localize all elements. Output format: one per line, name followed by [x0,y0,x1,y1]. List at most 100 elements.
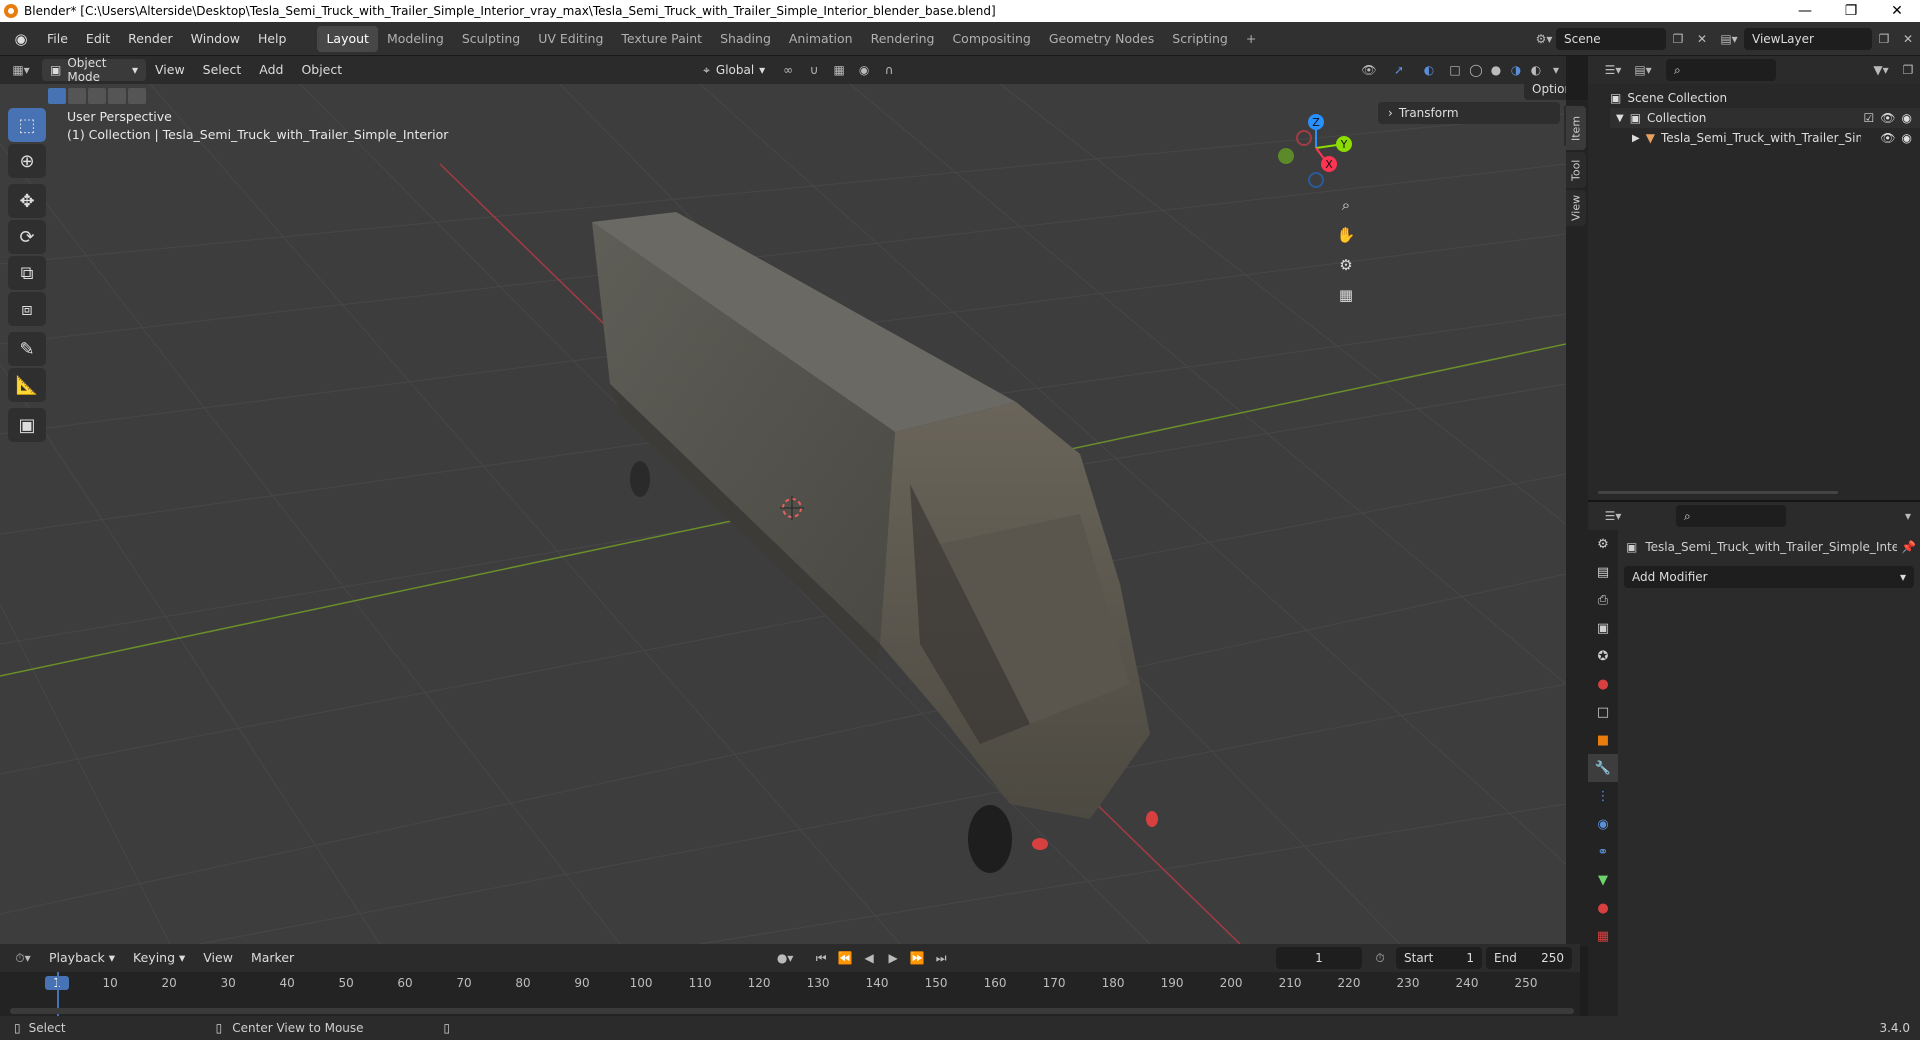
add-cube-tool-icon[interactable]: ▣ [8,408,46,442]
menu-edit[interactable]: Edit [77,26,119,52]
ortho-grid-icon[interactable]: ▦ [1331,280,1361,310]
rendered-shading-icon[interactable]: ◐ [1526,59,1546,81]
object-visibility-icon[interactable]: 👁 [1880,131,1895,145]
pan-hand-icon[interactable]: ✋ [1331,220,1361,250]
editor-type-icon[interactable]: ▦▾ [4,59,38,81]
tab-compositing[interactable]: Compositing [943,26,1039,52]
blender-menu-icon[interactable]: ◉ [8,26,34,52]
3d-viewport[interactable]: Z Y X ⬚ ⊕ ✥ ⟳ ⧉ ⧈ ✎ 📐 ▣ User Perspective… [0,84,1566,944]
prev-keyframe-icon[interactable]: ⏪ [833,947,857,969]
collection-props-icon[interactable]: □ [1588,698,1618,726]
expand-arrow-icon[interactable]: ▼ [1616,113,1624,124]
timeline-menu-view[interactable]: View [194,945,242,971]
visibility-icon[interactable]: 👁 [1354,59,1384,81]
physics-props-icon[interactable]: ◉ [1588,810,1618,838]
view-layer-props-icon[interactable]: ▣ [1588,614,1618,642]
material-props-icon[interactable]: ● [1588,894,1618,922]
properties-options-icon[interactable]: ▾ [1896,505,1920,527]
tab-scripting[interactable]: Scripting [1163,26,1237,52]
scene-browse-icon[interactable]: ⚙▾ [1532,28,1556,50]
select-subtract-icon[interactable] [88,88,106,104]
properties-search-input[interactable]: ⌕ [1676,505,1786,527]
annotate-tool-icon[interactable]: ✎ [8,332,46,366]
jump-start-icon[interactable]: ⏮ [809,947,833,969]
viewport-menu-add[interactable]: Add [250,57,292,83]
timeline-menu-marker[interactable]: Marker [242,945,303,971]
close-button[interactable]: ✕ [1874,0,1920,22]
timeline-editor-type-icon[interactable]: ⏱▾ [6,947,40,969]
outliner-display-mode-icon[interactable]: ▤▾ [1628,59,1658,81]
world-props-icon[interactable]: ● [1588,670,1618,698]
scene-name-field[interactable]: Scene [1556,28,1666,50]
measure-tool-icon[interactable]: 📐 [8,368,46,402]
start-frame-field[interactable]: Start 1 [1396,947,1482,969]
next-keyframe-icon[interactable]: ⏩ [905,947,929,969]
options-dropdown[interactable]: Options [1524,84,1566,100]
outliner-collection-row[interactable]: ▼ ▣ Collection ☑ 👁 ◉ [1610,108,1920,128]
render-props-icon[interactable]: ▤ [1588,558,1618,586]
record-icon[interactable]: ●▾ [773,947,797,969]
restore-button[interactable]: ❐ [1828,0,1874,22]
tab-animation[interactable]: Animation [780,26,862,52]
navigation-gizmo[interactable]: Z Y X [1278,114,1352,188]
tab-modeling[interactable]: Modeling [378,26,453,52]
current-frame-field[interactable]: 1 [1276,947,1362,969]
shading-options-icon[interactable]: ▾ [1546,59,1566,81]
proportional-edit-icon[interactable]: ◉ [853,59,875,81]
tab-item[interactable]: Item [1566,106,1586,150]
filter-icon[interactable]: ▼▾ [1866,59,1896,81]
menu-help[interactable]: Help [249,26,296,52]
xray-icon[interactable]: □ [1444,59,1466,81]
pin-icon[interactable]: 📌 [1901,540,1916,554]
tab-view[interactable]: View [1566,190,1586,226]
tab-texture-paint[interactable]: Texture Paint [612,26,711,52]
select-new-icon[interactable] [48,88,66,104]
timeline-area[interactable]: 1102030405060708090100110120130140150160… [0,972,1580,1016]
timeline-scrollbar[interactable] [10,1008,1574,1014]
jump-end-icon[interactable]: ⏭ [929,947,953,969]
snap-target-icon[interactable]: ▦ [825,59,853,81]
modifier-props-icon[interactable]: 🔧 [1588,754,1618,782]
select-invert-icon[interactable] [108,88,126,104]
constraints-props-icon[interactable]: ⚭ [1588,838,1618,866]
snap-icon[interactable]: ∪ [803,59,825,81]
tab-uv-editing[interactable]: UV Editing [529,26,612,52]
expand-arrow-icon[interactable]: ▶ [1632,133,1640,144]
add-workspace-button[interactable]: + [1237,26,1265,52]
select-box-tool-icon[interactable]: ⬚ [8,108,46,142]
viewlayer-name-field[interactable]: ViewLayer [1744,28,1872,50]
menu-window[interactable]: Window [182,26,249,52]
material-shading-icon[interactable]: ◑ [1506,59,1526,81]
overlays-icon[interactable]: ◐ [1414,59,1444,81]
tab-layout[interactable]: Layout [317,25,378,52]
falloff-icon[interactable]: ∩ [875,59,903,81]
tab-shading[interactable]: Shading [711,26,780,52]
tool-props-icon[interactable]: ⚙ [1588,530,1618,558]
gizmo-neg-z-icon[interactable] [1308,172,1324,188]
outliner-scrollbar[interactable] [1598,491,1838,494]
scene-props-icon[interactable]: ✪ [1588,642,1618,670]
gizmo-neg-y-icon[interactable] [1278,148,1294,164]
viewlayer-delete-icon[interactable]: ✕ [1896,28,1920,50]
transform-panel-header[interactable]: › Transform [1378,102,1560,124]
scene-delete-icon[interactable]: ✕ [1690,28,1714,50]
select-intersect-icon[interactable] [128,88,146,104]
add-modifier-dropdown[interactable]: Add Modifier ▾ [1624,566,1914,588]
viewlayer-browse-icon[interactable]: ▤▾ [1714,28,1744,50]
tab-tool[interactable]: Tool [1566,152,1586,188]
minimize-button[interactable]: — [1782,0,1828,22]
truck-model[interactable] [592,212,1158,873]
timeline-menu-playback[interactable]: Playback ▾ [40,945,124,971]
play-reverse-icon[interactable]: ◀ [857,947,881,969]
orientation-dropdown[interactable]: ⌖ Global ▾ [695,59,773,81]
menu-render[interactable]: Render [119,26,182,52]
tab-geometry-nodes[interactable]: Geometry Nodes [1040,26,1163,52]
zoom-icon[interactable]: ⌕ [1331,190,1361,220]
camera-view-icon[interactable]: ⚙ [1331,250,1361,280]
viewport-menu-object[interactable]: Object [292,57,351,83]
object-render-icon[interactable]: ◉ [1902,131,1912,145]
timeline-menu-keying[interactable]: Keying ▾ [124,945,194,971]
new-collection-icon[interactable]: ❐ [1896,59,1920,81]
pivot-point-icon[interactable]: ∞ [773,59,803,81]
wireframe-shading-icon[interactable]: ◯ [1466,59,1486,81]
